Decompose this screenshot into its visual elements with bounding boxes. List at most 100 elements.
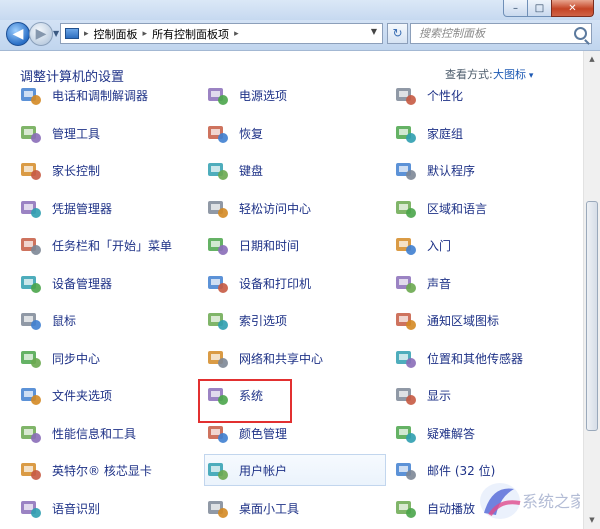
control-panel-item[interactable]: 网络和共享中心	[205, 342, 385, 374]
minimize-button[interactable]: –	[503, 0, 528, 17]
breadcrumb-all-items[interactable]: 所有控制面板项	[152, 26, 229, 42]
chevron-right-icon[interactable]: ▸	[234, 29, 239, 39]
speech-recognition-icon	[18, 496, 42, 520]
control-panel-item[interactable]: 鼠标	[18, 304, 198, 336]
recovery-icon	[205, 121, 229, 145]
close-button[interactable]: ✕	[551, 0, 594, 17]
control-panel-item-label: 管理工具	[52, 126, 101, 141]
control-panel-item[interactable]: 显示	[393, 379, 573, 411]
intel-graphics-icon	[18, 458, 42, 482]
notification-icons-icon	[393, 308, 417, 332]
control-panel-item-label: 性能信息和工具	[52, 426, 137, 441]
address-dropdown-icon[interactable]: ▼	[371, 27, 377, 36]
control-panel-item-label: 设备和打印机	[239, 276, 312, 291]
chevron-right-icon[interactable]: ▸	[143, 29, 148, 39]
control-panel-item[interactable]: 电源选项	[205, 79, 385, 111]
control-panel-item[interactable]: 声音	[393, 267, 573, 299]
control-panel-item-label: 电话和调制解调器	[52, 88, 149, 103]
control-panel-item[interactable]: 日期和时间	[205, 229, 385, 261]
scroll-up-icon[interactable]: ▲	[584, 51, 600, 68]
chevron-right-icon[interactable]: ▸	[84, 29, 89, 39]
control-panel-item[interactable]: 入门	[393, 229, 573, 261]
address-bar[interactable]: ▸ 控制面板 ▸ 所有控制面板项 ▸ ▼	[60, 23, 383, 44]
search-input[interactable]: 搜索控制面板	[410, 23, 592, 44]
window-controls: – □ ✕	[503, 0, 594, 17]
ease-of-access-icon	[205, 196, 229, 220]
devices-printers-icon	[205, 271, 229, 295]
control-panel-icon	[65, 28, 79, 39]
control-panel-item-label: 设备管理器	[52, 276, 113, 291]
control-panel-item[interactable]: 英特尔® 核芯显卡	[18, 454, 198, 486]
power-options-icon	[205, 83, 229, 107]
control-panel-item-label: 默认程序	[427, 163, 476, 178]
display-icon	[393, 383, 417, 407]
control-panel-item[interactable]: 任务栏和「开始」菜单	[18, 229, 198, 261]
refresh-button[interactable]: ↻	[387, 23, 408, 44]
control-panel-item[interactable]: 默认程序	[393, 154, 573, 186]
scrollbar-thumb[interactable]	[586, 201, 598, 431]
control-panel-item[interactable]: 用户帐户	[204, 454, 386, 486]
control-panel-item[interactable]: 个性化	[393, 79, 573, 111]
control-panel-item[interactable]: 疑难解答	[393, 417, 573, 449]
control-panel-item[interactable]: 索引选项	[205, 304, 385, 336]
recent-pages-dropdown-icon[interactable]: ▼	[53, 29, 59, 38]
title-bar: – □ ✕	[0, 0, 600, 20]
control-panel-item-label: 入门	[427, 238, 452, 253]
control-panel-item-label: 通知区域图标	[427, 313, 500, 328]
control-panel-item[interactable]: 设备和打印机	[205, 267, 385, 299]
control-panel-item[interactable]: 位置和其他传感器	[393, 342, 573, 374]
control-panel-item-label: 自动播放	[427, 501, 476, 516]
control-panel-item[interactable]: 通知区域图标	[393, 304, 573, 336]
control-panel-item[interactable]: 设备管理器	[18, 267, 198, 299]
back-button[interactable]: ◀	[6, 22, 30, 46]
admin-tools-icon	[18, 121, 42, 145]
control-panel-item-label: 网络和共享中心	[239, 351, 324, 366]
scroll-down-icon[interactable]: ▼	[584, 512, 600, 529]
control-panel-item[interactable]: 恢复	[205, 117, 385, 149]
control-panel-item-label: 恢复	[239, 126, 264, 141]
personalization-icon	[393, 83, 417, 107]
control-panel-item-label: 键盘	[239, 163, 264, 178]
control-panel-item[interactable]: 语音识别	[18, 492, 198, 524]
color-management-icon	[205, 421, 229, 445]
user-accounts-icon	[205, 458, 229, 482]
content-pane: 调整计算机的设置 查看方式: 大图标 电话和调制解调器管理工具家长控制凭据管理器…	[0, 50, 600, 529]
control-panel-item-label: 区域和语言	[427, 201, 488, 216]
control-panel-item[interactable]: 电话和调制解调器	[18, 79, 198, 111]
control-panel-item-label: 用户帐户	[239, 463, 288, 478]
device-manager-icon	[18, 271, 42, 295]
breadcrumb-control-panel[interactable]: 控制面板	[94, 26, 138, 42]
default-programs-icon	[393, 158, 417, 182]
control-panel-item[interactable]: 性能信息和工具	[18, 417, 198, 449]
maximize-button[interactable]: □	[527, 0, 552, 17]
getting-started-icon	[393, 233, 417, 257]
date-time-icon	[205, 233, 229, 257]
control-panel-item-label: 个性化	[427, 88, 464, 103]
control-panel-item[interactable]: 轻松访问中心	[205, 192, 385, 224]
control-panel-item[interactable]: 键盘	[205, 154, 385, 186]
control-panel-item[interactable]: 文件夹选项	[18, 379, 198, 411]
control-panel-item-label: 索引选项	[239, 313, 288, 328]
folder-options-icon	[18, 383, 42, 407]
search-icon[interactable]	[574, 27, 587, 40]
vertical-scrollbar[interactable]: ▲ ▼	[583, 51, 600, 529]
control-panel-item-label: 电源选项	[239, 88, 288, 103]
autoplay-icon	[393, 496, 417, 520]
control-panel-item[interactable]: 桌面小工具	[205, 492, 385, 524]
performance-icon	[18, 421, 42, 445]
keyboard-icon	[205, 158, 229, 182]
homegroup-icon	[393, 121, 417, 145]
control-panel-item[interactable]: 凭据管理器	[18, 192, 198, 224]
control-panel-item[interactable]: 同步中心	[18, 342, 198, 374]
control-panel-item[interactable]: 家长控制	[18, 154, 198, 186]
control-panel-item[interactable]: 管理工具	[18, 117, 198, 149]
control-panel-item-label: 英特尔® 核芯显卡	[52, 463, 152, 478]
control-panel-item[interactable]: 区域和语言	[393, 192, 573, 224]
location-sensors-icon	[393, 346, 417, 370]
control-panel-item-label: 凭据管理器	[52, 201, 113, 216]
control-panel-item[interactable]: 家庭组	[393, 117, 573, 149]
region-language-icon	[393, 196, 417, 220]
forward-button[interactable]: ▶	[29, 22, 53, 46]
control-panel-item-label: 同步中心	[52, 351, 101, 366]
control-panel-item-label: 鼠标	[52, 313, 77, 328]
